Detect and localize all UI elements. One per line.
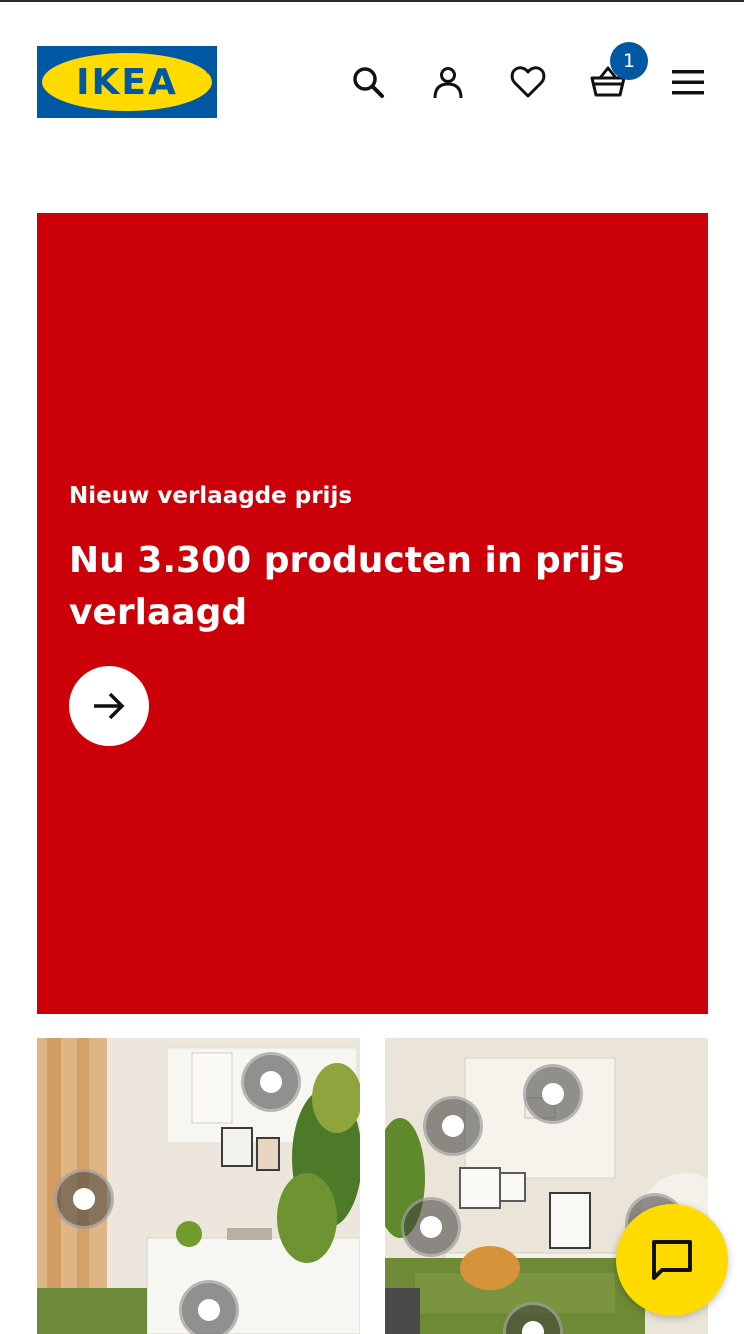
hotspot-dot [420, 1216, 442, 1238]
product-hotspot[interactable] [241, 1052, 301, 1112]
inspiration-image-1[interactable] [37, 1038, 360, 1334]
promo-hero-banner[interactable]: Nieuw verlaagde prijs Nu 3.300 producten… [37, 213, 708, 1014]
search-icon [353, 67, 384, 98]
ikea-logo[interactable]: IKEA ® [37, 46, 217, 118]
top-border [0, 0, 744, 2]
hotspot-dot [542, 1083, 564, 1105]
search-button[interactable] [346, 60, 390, 104]
logo-registered-mark: ® [205, 68, 212, 76]
account-icon [433, 67, 463, 99]
cart-count-badge: 1 [610, 42, 648, 80]
hero-kicker: Nieuw verlaagde prijs [69, 483, 353, 509]
account-button[interactable] [426, 60, 470, 104]
hotspot-dot [73, 1188, 95, 1210]
logo-text: IKEA [76, 61, 178, 103]
hotspot-dot [522, 1321, 544, 1334]
hotspot-dot [260, 1071, 282, 1093]
hotspot-dot [198, 1299, 220, 1321]
hero-arrow-button[interactable] [69, 666, 149, 746]
favorites-button[interactable] [506, 60, 550, 104]
hotspot-dot [442, 1115, 464, 1137]
heart-icon [510, 66, 546, 98]
chat-icon [652, 1240, 692, 1280]
menu-button[interactable] [666, 60, 710, 104]
hero-headline: Nu 3.300 producten in prijs verlaagd [69, 540, 625, 633]
product-hotspot[interactable] [523, 1064, 583, 1124]
product-hotspot[interactable] [179, 1280, 239, 1334]
product-hotspot[interactable] [401, 1197, 461, 1257]
product-hotspot[interactable] [423, 1096, 483, 1156]
arrow-right-icon [94, 692, 125, 720]
product-hotspot[interactable] [54, 1169, 114, 1229]
menu-icon [672, 70, 704, 95]
chat-button[interactable] [616, 1204, 728, 1316]
